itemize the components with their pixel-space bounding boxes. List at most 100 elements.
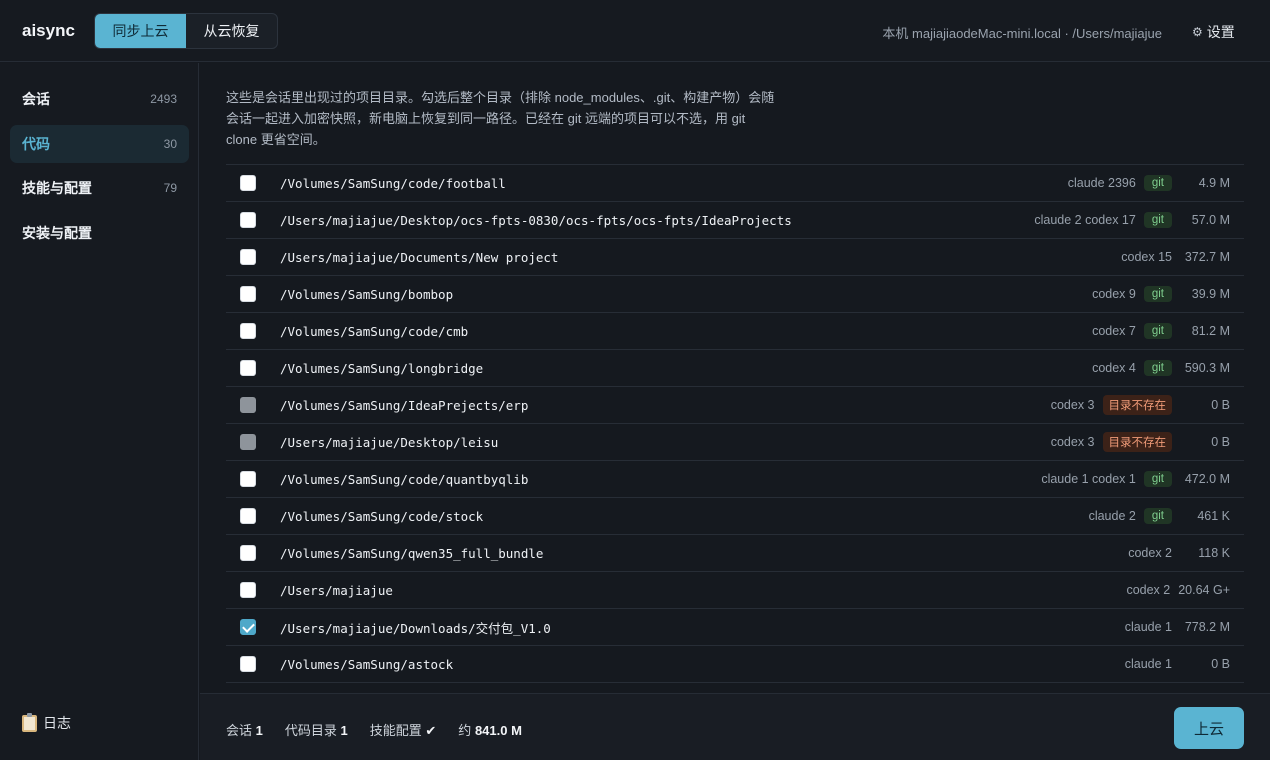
row-session-counts: claude 2 [1088,509,1136,523]
git-badge: git [1143,286,1172,302]
row-checkbox[interactable] [240,619,256,635]
row-size: 778.2 M [1184,620,1230,634]
row-size: 20.64 G+ [1178,583,1230,597]
summary-skills: 技能配置 ✔ [369,723,437,738]
row-meta: codex 7 git 81.2 M [1092,323,1230,339]
git-badge: git [1143,175,1172,191]
row-path: /Users/majiajue/Documents/New project [280,249,559,265]
table-row[interactable]: /Volumes/SamSung/code/stock claude 2 git 46… [226,497,1244,534]
row-path: /Volumes/SamSung/longbridge [280,360,484,376]
row-size: 0 B [1211,657,1230,671]
row-meta: claude 1 0 B [1125,657,1230,671]
sidebar-item-install-config[interactable]: 安装与配置 [10,214,189,252]
row-path: /Volumes/SamSung/bombop [280,286,454,302]
sidebar-item-skills-config[interactable]: 技能与配置 79 [10,169,189,207]
table-row[interactable]: /Users/majiajue/Downloads/交付包_V1.0 claude… [226,608,1244,645]
table-row[interactable]: /Users/majiajue/Documents/New project cod… [226,238,1244,275]
table-row[interactable]: /Volumes/SamSung/code/cmb codex 7 git 81.2 … [226,312,1244,349]
summary-code-dirs: 代码目录 1 [284,723,348,738]
app-brand: aisync [22,21,75,40]
gear-icon: ⚙ [1192,25,1203,39]
clipboard-icon [22,712,37,732]
table-row[interactable]: /Volumes/SamSung/code/quantbyqlib claude … [226,460,1244,497]
row-path: /Users/majiajue/Desktop/ocs-fpts-0830/oc… [280,212,792,228]
upload-button[interactable]: 上云 [1174,707,1244,749]
row-meta: claude 1 codex 1 git 472.0 M [1041,471,1230,487]
row-meta: claude 2396 git 4.9 M [1068,175,1230,191]
main-content: 这些是会话里出现过的项目目录。勾选后整个目录（排除 node_modules、.… [200,63,1270,693]
selection-summary: 会话 1 代码目录 1 技能配置 ✔ 约 841.0 M [226,720,522,739]
missing-dir-badge: 目录不存在 [1102,432,1172,452]
row-session-counts: claude 1 [1124,620,1172,634]
summary-size: 约 841.0 M [458,723,522,738]
row-path: /Volumes/SamSung/qwen35_full_bundle [280,545,544,561]
tab-restore-from-cloud[interactable]: 从云恢复 [186,14,277,48]
row-checkbox[interactable] [240,360,256,376]
row-size: 590.3 M [1184,361,1230,375]
row-size: 118 K [1198,546,1230,560]
footer-bar: 会话 1 代码目录 1 技能配置 ✔ 约 841.0 M 上云 [200,693,1270,760]
sidebar-item-label: 代码 [22,136,50,152]
row-size: 461 K [1197,509,1230,523]
row-path: /Volumes/SamSung/astock [280,656,454,672]
sidebar-item-sessions[interactable]: 会话 2493 [10,80,189,118]
sidebar-item-count: 79 [163,181,177,195]
table-row[interactable]: /Users/majiajue/Desktop/leisu codex 3 目录不存… [226,423,1244,460]
row-size: 0 B [1211,398,1230,412]
row-meta: claude 1 778.2 M [1125,620,1230,634]
row-meta: codex 3 目录不存在 0 B [1051,432,1230,452]
row-size: 472.0 M [1184,472,1230,486]
table-row[interactable]: /Volumes/SamSung/IdeaPrejects/erp codex 3… [226,386,1244,423]
table-row[interactable]: /Users/majiajue/Desktop/ocs-fpts-0830/oc… [226,201,1244,238]
row-checkbox[interactable] [240,545,256,561]
row-size: 57.0 M [1191,213,1230,227]
missing-dir-badge: 目录不存在 [1102,395,1172,415]
row-checkbox [240,434,256,450]
row-checkbox[interactable] [240,175,256,191]
settings-button[interactable]: ⚙ 设置 [1192,22,1235,42]
row-checkbox[interactable] [240,508,256,524]
row-size: 39.9 M [1191,287,1230,301]
sidebar-item-label: 安装与配置 [22,225,92,241]
sidebar-item-code[interactable]: 代码 30 [10,125,189,163]
row-session-counts: codex 7 [1092,324,1136,338]
table-row[interactable]: /Volumes/SamSung/bombop codex 9 git 39.9 M [226,275,1244,312]
row-path: /Volumes/SamSung/code/quantbyqlib [280,471,529,487]
row-checkbox[interactable] [240,471,256,487]
table-row[interactable]: /Volumes/SamSung/longbridge codex 4 git 590… [226,349,1244,386]
row-checkbox[interactable] [240,212,256,228]
row-size: 4.9 M [1198,176,1230,190]
row-checkbox[interactable] [240,656,256,672]
git-badge: git [1143,360,1172,376]
table-row[interactable]: /Volumes/SamSung/code/football claude 239… [226,164,1244,201]
row-session-counts: codex 4 [1092,361,1136,375]
git-badge: git [1143,212,1172,228]
row-checkbox[interactable] [240,249,256,265]
table-row[interactable]: /Volumes/SamSung/cmbclaude 1git70.5 M [226,682,1244,693]
row-path: /Users/majiajue/Desktop/leisu [280,434,499,450]
row-session-counts: codex 2 [1128,546,1172,560]
tab-sync-upload[interactable]: 同步上云 [95,14,186,48]
log-button[interactable]: 日志 [22,712,71,733]
row-checkbox[interactable] [240,286,256,302]
row-path: /Users/majiajue/Downloads/交付包_V1.0 [280,620,551,636]
row-session-counts: codex 3 [1050,398,1095,412]
row-checkbox[interactable] [240,323,256,339]
row-path: /Volumes/SamSung/code/football [280,175,506,191]
row-meta: claude 2 codex 17 git 57.0 M [1034,212,1230,228]
row-path: /Volumes/SamSung/code/cmb [280,323,469,339]
row-checkbox[interactable] [240,582,256,598]
table-row[interactable]: /Volumes/SamSung/qwen35_full_bundle codex… [226,534,1244,571]
row-meta: codex 4 git 590.3 M [1092,360,1230,376]
table-row[interactable]: /Users/majiajue codex 2 20.64 G+ [226,571,1244,608]
app-window: aisync 同步上云 从云恢复 本机 majiajiaodeMac-mini.… [0,0,1270,760]
table-row[interactable]: /Volumes/SamSung/astock claude 1 0 B [226,645,1244,682]
project-list: /Volumes/SamSung/code/football claude 2 39… [226,164,1244,693]
git-badge: git [1143,508,1172,524]
row-session-counts: claude 1 [1124,657,1172,671]
summary-sessions: 会话 1 [226,723,263,738]
row-meta: codex 15 372.7 M [1121,250,1230,264]
sidebar: 会话 2493 代码 30 技能与配置 79 安装与配置 日志 [0,63,199,760]
row-session-counts: claude 1 codex 1 [1041,472,1136,486]
row-size: 81.2 M [1191,324,1230,338]
